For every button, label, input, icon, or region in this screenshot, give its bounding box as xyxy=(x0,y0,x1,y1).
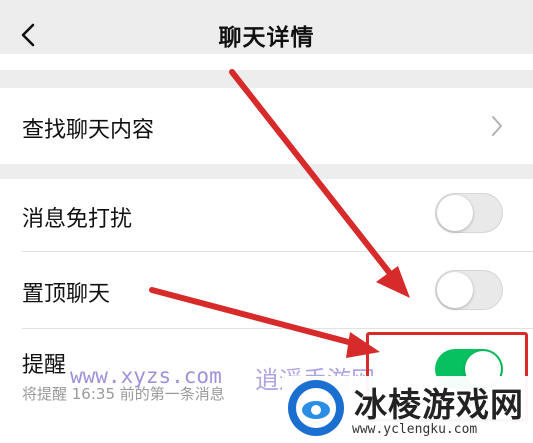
do-not-disturb-label: 消息免打扰 xyxy=(22,207,133,232)
toggle-knob xyxy=(437,272,473,308)
site-logo-name: 冰棱游戏网 xyxy=(354,385,524,424)
toggle-knob xyxy=(437,195,473,231)
site-logo-watermark: 冰棱游戏网 www.yclengku.com xyxy=(282,376,533,443)
page-title: 聊天详情 xyxy=(218,25,315,51)
do-not-disturb-toggle[interactable] xyxy=(435,193,503,233)
site-logo-url: www.yclengku.com xyxy=(352,422,478,437)
watermark-url: www.xyzs.com xyxy=(70,364,222,388)
pin-chat-toggle[interactable] xyxy=(435,270,503,310)
search-chat-content-row[interactable]: 查找聊天内容 xyxy=(0,88,533,164)
settings-card-top xyxy=(0,54,533,70)
chevron-right-icon xyxy=(492,116,502,136)
search-card: 查找聊天内容 xyxy=(0,88,533,164)
do-not-disturb-row: 消息免打扰 xyxy=(0,179,533,251)
pin-chat-label: 置顶聊天 xyxy=(22,282,111,307)
reminder-label: 提醒 xyxy=(22,353,67,378)
site-logo-icon xyxy=(288,380,344,436)
pin-chat-row: 置顶聊天 xyxy=(0,252,533,328)
search-chat-content-label: 查找聊天内容 xyxy=(22,118,155,143)
